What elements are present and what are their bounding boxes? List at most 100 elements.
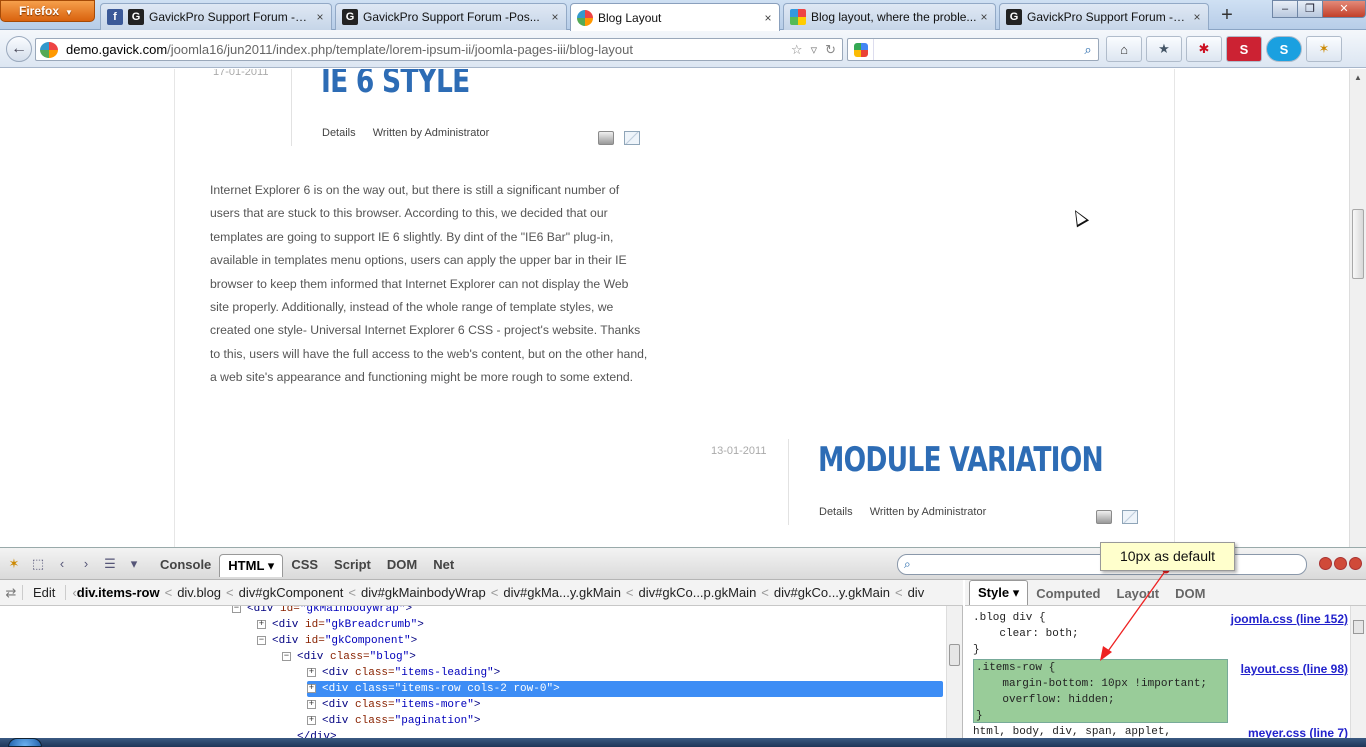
tab-css[interactable]: CSS [283,554,326,577]
maximize-icon[interactable]: ❐ [1297,0,1323,18]
scrollbar-thumb[interactable] [1352,209,1364,279]
next-icon[interactable]: › [76,555,96,573]
inspect-icon[interactable]: ⬚ [28,555,48,573]
details-link[interactable]: Details [322,127,356,139]
article-title[interactable]: MODULE VARIATION [818,440,1104,480]
node-tag-end: > [405,606,413,615]
page-scrollbar[interactable]: ▲ [1349,69,1366,547]
firefox-menu-button[interactable]: Firefox ▼ [0,0,95,22]
firebug-icon[interactable]: ✶ [1306,36,1342,62]
print-icon[interactable] [1096,510,1112,524]
firebug-bug-icon[interactable]: ✶ [4,555,24,573]
home-icon[interactable]: ⌂ [1106,36,1142,62]
node-value: "gkBreadcrumb" [324,619,418,631]
history-dropdown-icon[interactable]: ▿ [811,42,818,58]
breadcrumb-item[interactable]: div#gkMa...y.gkMain [503,585,621,600]
article-title[interactable]: IE 6 STYLE [321,69,470,101]
minimize-panel-icon[interactable] [1319,557,1332,570]
detach-panel-icon[interactable] [1334,557,1347,570]
prev-icon[interactable]: ‹ [52,555,72,573]
dropdown-icon[interactable]: ▾ [124,555,144,573]
minimize-icon[interactable]: – [1272,0,1298,18]
bookmarks-icon[interactable]: ★ [1146,36,1182,62]
window-close-icon[interactable]: ✕ [1322,0,1366,18]
page-viewport: 17-01-2011 IE 6 STYLE Details Written by… [0,69,1366,547]
close-tab-icon[interactable]: × [548,10,562,24]
addon-s-icon[interactable]: S [1226,36,1262,62]
breadcrumb-item[interactable]: div#gkCo...y.gkMain [774,585,890,600]
tree-node[interactable]: − <div id="gkMainbodyWrap"> [232,606,412,617]
expand-icon[interactable]: + [307,715,316,725]
expand-icon[interactable]: + [257,619,266,629]
back-button[interactable]: ← [6,36,32,62]
start-button[interactable] [8,738,42,747]
browser-tab-active[interactable]: Blog Layout × [570,3,780,31]
style-panel-scrollbar[interactable] [1350,606,1366,747]
url-text[interactable]: demo.gavick.com/joomla16/jun2011/index.p… [66,42,791,57]
browser-tab[interactable]: G GavickPro Support Forum -Pos... × [335,3,567,30]
node-value: "blog" [369,651,410,663]
html-tree-scrollbar[interactable] [946,606,962,747]
print-icon[interactable] [598,131,614,145]
scrollbar-thumb[interactable] [949,644,960,666]
tab-net[interactable]: Net [425,554,462,577]
breadcrumb-item[interactable]: div.blog [177,585,221,600]
new-tab-button[interactable]: + [1214,5,1240,27]
node-tag-end: > [409,651,416,663]
edit-button[interactable]: Edit [22,585,67,600]
tree-node[interactable]: + <div class="items-leading"> [307,665,500,681]
breadcrumb-item[interactable]: div [908,585,925,600]
scroll-up-icon[interactable]: ▲ [1354,73,1362,82]
search-icon[interactable]: ⌕ [1078,42,1098,58]
bookmark-star-icon[interactable]: ☆ [791,42,803,58]
breadcrumb-item[interactable]: div#gkComponent [239,585,344,600]
author-text: Written by Administrator [372,127,490,139]
skype-icon[interactable]: S [1266,36,1302,62]
tree-node[interactable]: − <div id="gkComponent"> [257,633,417,649]
search-input[interactable] [874,39,1078,60]
collapse-icon[interactable]: − [257,635,266,645]
expand-icon[interactable]: + [307,667,316,677]
breadcrumb-item[interactable]: div#gkCo...p.gkMain [639,585,757,600]
collapse-icon[interactable]: − [232,606,241,613]
scrollbar-thumb[interactable] [1353,620,1364,634]
close-tab-icon[interactable]: × [1190,10,1204,24]
tree-node[interactable]: + <div class="pagination"> [307,713,480,729]
node-tag-end: > [410,635,418,647]
tab-console[interactable]: Console [152,554,219,577]
browser-tab[interactable]: G GavickPro Support Forum -Use... × [999,3,1209,30]
node-value: "pagination" [394,715,474,727]
tree-node[interactable]: − <div class="blog"> [282,649,416,665]
tab-html[interactable]: HTML ▾ [219,554,284,577]
reload-icon[interactable]: ↻ [825,42,836,58]
breadcrumb-item[interactable]: div.items-row [77,585,160,600]
close-tab-icon[interactable]: × [313,10,327,24]
css-source-link[interactable]: layout.css (line 98) [1241,662,1348,676]
browser-tab[interactable]: Blog layout, where the proble... × [783,3,996,30]
email-icon[interactable] [624,131,640,145]
google-engine-icon[interactable] [848,39,874,60]
close-panel-icon[interactable] [1349,557,1362,570]
tree-node[interactable]: + <div id="gkBreadcrumb"> [257,617,424,633]
address-bar[interactable]: demo.gavick.com/joomla16/jun2011/index.p… [35,38,843,61]
email-icon[interactable] [1122,510,1138,524]
addon-red-star-icon[interactable]: ✱ [1186,36,1222,62]
list-icon[interactable]: ☰ [100,555,120,573]
browser-tab[interactable]: f G GavickPro Support Forum -Yo... × [100,3,332,30]
tab-dom[interactable]: DOM [379,554,425,577]
css-rule-highlighted[interactable]: .items-row { margin-bottom: 10px !import… [973,659,1228,723]
details-link[interactable]: Details [819,506,853,518]
tab-label: Blog layout, where the proble... [811,10,977,24]
collapse-icon[interactable]: − [282,651,291,661]
breadcrumb-item[interactable]: div#gkMainbodyWrap [361,585,486,600]
css-source-link[interactable]: joomla.css (line 152) [1231,612,1348,626]
close-tab-icon[interactable]: × [761,11,775,25]
tab-style[interactable]: Style ▾ [969,580,1029,605]
close-tab-icon[interactable]: × [977,10,991,24]
expand-icon[interactable]: + [307,699,316,709]
tree-node-selected[interactable]: + <div class="items-row cols-2 row-0"> [307,681,943,697]
tab-script[interactable]: Script [326,554,379,577]
breadcrumb-toggle-icon[interactable]: ⇄ [0,585,22,601]
expand-icon[interactable]: + [307,683,316,693]
tree-node[interactable]: + <div class="items-more"> [307,697,480,713]
